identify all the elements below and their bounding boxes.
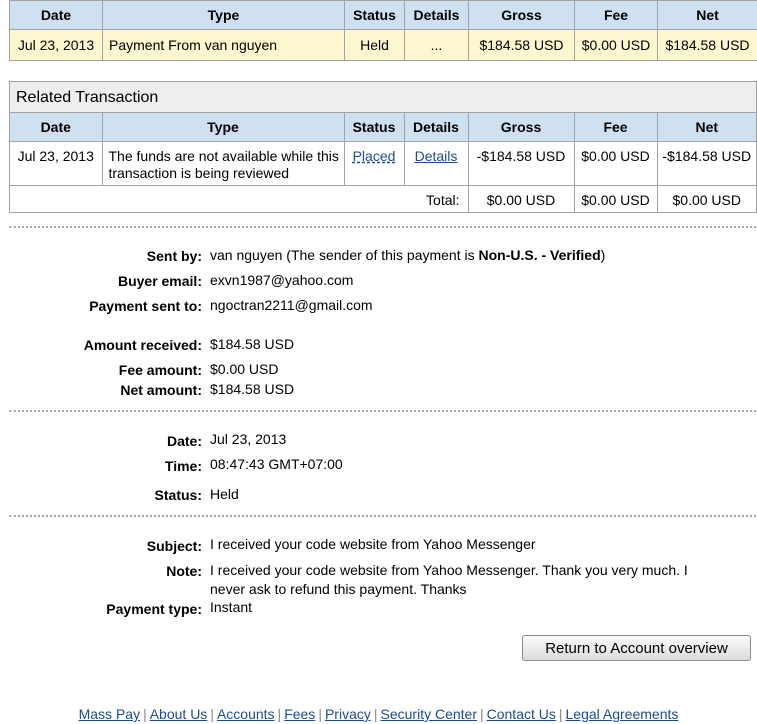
- time-value: 08:47:43 GMT+07:00: [210, 456, 343, 472]
- column-header-fee: Fee: [573, 113, 658, 142]
- footer-link-contact-us[interactable]: Contact Us: [487, 706, 556, 722]
- amount-received-label: Amount received:: [83, 337, 202, 353]
- column-header-type: Type: [102, 0, 345, 30]
- fee-amount-label: Fee amount:: [118, 362, 202, 378]
- date-value: Jul 23, 2013: [210, 431, 287, 447]
- column-header-status: Status: [343, 113, 405, 142]
- sender-verification-status: Non-U.S. - Verified: [478, 247, 601, 263]
- related-type: The funds are not available while this t…: [101, 141, 345, 186]
- related-transaction-panel: Related Transaction Date Type Status Det…: [9, 81, 757, 213]
- total-fee: $0.00 USD: [573, 185, 658, 212]
- column-header-fee: Fee: [574, 0, 658, 30]
- time-label: Time:: [164, 458, 202, 474]
- section-divider: [9, 515, 756, 517]
- column-header-status: Status: [344, 0, 405, 30]
- column-header-date: Date: [10, 113, 103, 142]
- table-row: Jul 23, 2013 The funds are not available…: [10, 141, 756, 186]
- date-label: Date:: [166, 433, 202, 449]
- payment-type-value: Instant: [210, 599, 253, 615]
- note-label: Note:: [166, 563, 202, 579]
- subject-value: I received your code website from Yahoo …: [210, 536, 536, 552]
- footer-link-about-us[interactable]: About Us: [150, 706, 208, 722]
- transaction-date: Jul 23, 2013: [9, 29, 103, 61]
- transaction-status: Held: [344, 29, 405, 61]
- footer-separator: |: [277, 706, 282, 722]
- section-divider: [9, 410, 756, 412]
- total-label: Total:: [10, 185, 468, 212]
- column-header-details: Details: [404, 0, 469, 30]
- transaction-type: Payment From van nguyen: [102, 29, 345, 61]
- table-header-row: Date Type Status Details Gross Fee Net: [9, 0, 757, 30]
- note-value: I received your code website from Yahoo …: [210, 562, 688, 597]
- details-link[interactable]: Details: [415, 148, 458, 164]
- footer-separator: |: [373, 706, 378, 722]
- footer-separator: |: [143, 706, 147, 722]
- transaction-net: $184.58 USD: [657, 29, 757, 61]
- footer-link-fees[interactable]: Fees: [284, 706, 315, 722]
- status-label: Status:: [154, 487, 202, 503]
- related-fee: $0.00 USD: [573, 141, 658, 186]
- buyer-email-label: Buyer email:: [117, 273, 202, 289]
- return-to-account-overview-button[interactable]: Return to Account overview: [522, 635, 751, 661]
- sent-by-value: van nguyen (The sender of this payment i…: [210, 247, 605, 263]
- column-header-net: Net: [656, 113, 756, 142]
- sender-name: van nguyen: [210, 247, 283, 263]
- section-divider: [9, 226, 756, 228]
- subject-label: Subject:: [146, 538, 202, 554]
- buyer-email-value: exvn1987@yahoo.com: [210, 272, 354, 288]
- placed-status-link[interactable]: Placed: [353, 148, 396, 164]
- related-status-cell: Placed: [343, 141, 405, 186]
- amount-received-value: $184.58 USD: [210, 336, 295, 352]
- net-amount-label: Net amount:: [120, 382, 202, 398]
- total-net: $0.00 USD: [656, 185, 756, 212]
- related-net: -$184.58 USD: [656, 141, 756, 186]
- transaction-details: ...: [404, 29, 469, 61]
- payment-sent-to-label: Payment sent to:: [89, 298, 202, 314]
- footer-separator: |: [210, 706, 214, 722]
- total-gross: $0.00 USD: [467, 185, 575, 212]
- table-header-row: Date Type Status Details Gross Fee Net: [10, 113, 756, 142]
- footer-separator: |: [318, 706, 322, 722]
- transaction-table: Date Type Status Details Gross Fee Net J…: [9, 0, 757, 61]
- transaction-gross: $184.58 USD: [468, 29, 575, 61]
- footer-links: Mass Pay | About Us | Accounts | Fees | Privacy |…: [0, 706, 757, 722]
- sender-note-pre: (The sender of this payment is: [286, 247, 479, 263]
- column-header-type: Type: [101, 113, 345, 142]
- net-amount-value: $184.58 USD: [210, 381, 295, 397]
- column-header-gross: Gross: [468, 0, 575, 30]
- related-date: Jul 23, 2013: [10, 141, 103, 186]
- related-transaction-table: Date Type Status Details Gross Fee Net J…: [10, 113, 756, 212]
- payment-type-label: Payment type:: [106, 601, 202, 617]
- fee-amount-value: $0.00 USD: [210, 361, 279, 377]
- footer-link-security-center[interactable]: Security Center: [381, 706, 477, 722]
- table-row: Jul 23, 2013 Payment From van nguyen Hel…: [9, 29, 757, 61]
- related-gross: -$184.58 USD: [467, 141, 575, 186]
- footer-link-mass-pay[interactable]: Mass Pay: [79, 706, 140, 722]
- related-transaction-title: Related Transaction: [10, 82, 756, 113]
- footer-separator: |: [479, 706, 484, 722]
- sent-by-label: Sent by:: [146, 248, 202, 264]
- related-details-cell: Details: [403, 141, 469, 186]
- sender-note-post: ): [600, 247, 606, 263]
- column-header-details: Details: [403, 113, 469, 142]
- column-header-net: Net: [657, 0, 757, 30]
- total-row: Total: $0.00 USD $0.00 USD $0.00 USD: [10, 185, 756, 212]
- column-header-date: Date: [9, 0, 103, 30]
- footer-link-privacy[interactable]: Privacy: [325, 706, 371, 722]
- transaction-fee: $0.00 USD: [574, 29, 658, 61]
- footer-separator: |: [558, 706, 563, 722]
- payment-sent-to-value: ngoctran2211@gmail.com: [210, 297, 373, 313]
- footer-link-accounts[interactable]: Accounts: [217, 706, 275, 722]
- footer-link-legal-agreements[interactable]: Legal Agreements: [566, 706, 679, 722]
- status-value: Held: [210, 486, 239, 502]
- column-header-gross: Gross: [467, 113, 575, 142]
